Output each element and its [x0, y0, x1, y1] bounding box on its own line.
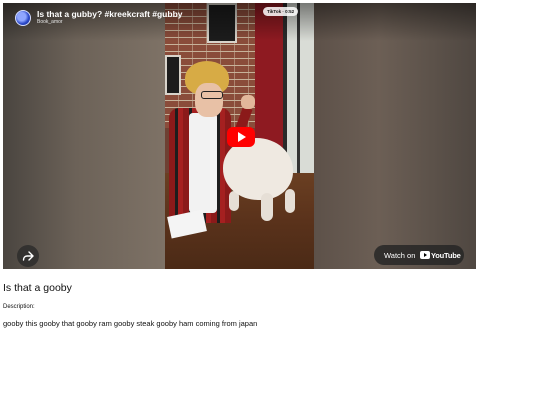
share-icon [22, 251, 34, 261]
youtube-brand-text: YouTube [431, 251, 461, 260]
page-title: Is that a gooby [3, 282, 72, 294]
dog-leg [261, 193, 273, 221]
dog [223, 138, 293, 200]
source-badge: TikTok · 0:52 [263, 7, 299, 16]
video-player[interactable]: Is that a gubby? #kreekcraft #gubby Book… [3, 3, 476, 269]
watch-on-youtube-button[interactable]: Watch on YouTube [374, 245, 464, 265]
person-tshirt [189, 113, 217, 213]
channel-name[interactable]: Book_amor [37, 19, 63, 25]
video-title[interactable]: Is that a gubby? #kreekcraft #gubby [37, 9, 182, 19]
person-face [195, 83, 223, 117]
play-button[interactable] [227, 127, 255, 147]
watch-on-label: Watch on [384, 251, 416, 260]
blurred-background-right [314, 3, 476, 269]
channel-avatar[interactable] [15, 10, 31, 26]
person-fist [241, 95, 255, 109]
wall-picture [165, 55, 181, 95]
youtube-logo-icon [420, 251, 430, 259]
dog-leg [285, 189, 295, 213]
glasses [201, 91, 223, 99]
description-label: Description: [3, 304, 35, 310]
share-button[interactable] [17, 245, 39, 267]
blurred-background-left [3, 3, 165, 269]
description-text: gooby this gooby that gooby ram gooby st… [3, 319, 258, 328]
